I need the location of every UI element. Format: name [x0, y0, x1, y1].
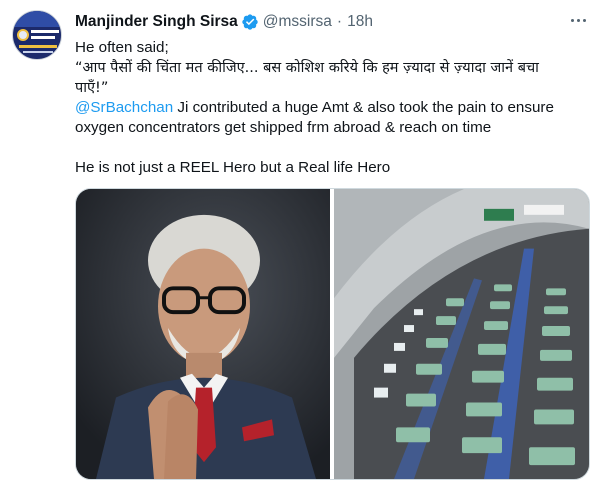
portrait-photo-icon — [76, 189, 330, 479]
tweet-line: oxygen concentrators get shipped frm abr… — [75, 119, 492, 136]
tweet-line-rest: Ji contributed a huge Amt & also took th… — [173, 99, 554, 116]
author-name[interactable]: Manjinder Singh Sirsa — [75, 13, 238, 31]
more-options-icon[interactable] — [566, 8, 590, 32]
hospital-beds-photo-icon — [334, 189, 589, 479]
tweet-line: “आप पैसों की चिंता मत कीजिए... बस कोशिश … — [75, 60, 539, 76]
mention-link[interactable]: @SrBachchan — [75, 99, 173, 116]
tweet-text: He often said; “आप पैसों की चिंता मत कीज… — [75, 38, 590, 178]
author-handle[interactable]: @mssirsa — [263, 13, 332, 31]
separator-dot: · — [336, 13, 343, 30]
tweet-line: He is not just a REEL Hero but a Real li… — [75, 159, 391, 176]
media-grid — [75, 188, 590, 480]
tweet[interactable]: Manjinder Singh Sirsa @mssirsa · 18h He … — [0, 0, 600, 488]
tweet-header: Manjinder Singh Sirsa @mssirsa · 18h — [75, 11, 373, 33]
media-photo-portrait[interactable] — [76, 189, 330, 479]
media-photo-hall[interactable] — [334, 189, 589, 479]
tweet-line: @SrBachchan Ji contributed a huge Amt & … — [75, 98, 590, 118]
tweet-line: He often said; — [75, 39, 169, 56]
verified-badge-icon — [242, 14, 258, 30]
tweet-line: पाएँ!” — [75, 80, 109, 96]
author-avatar[interactable] — [12, 10, 62, 60]
tweet-timestamp[interactable]: 18h — [347, 13, 373, 31]
